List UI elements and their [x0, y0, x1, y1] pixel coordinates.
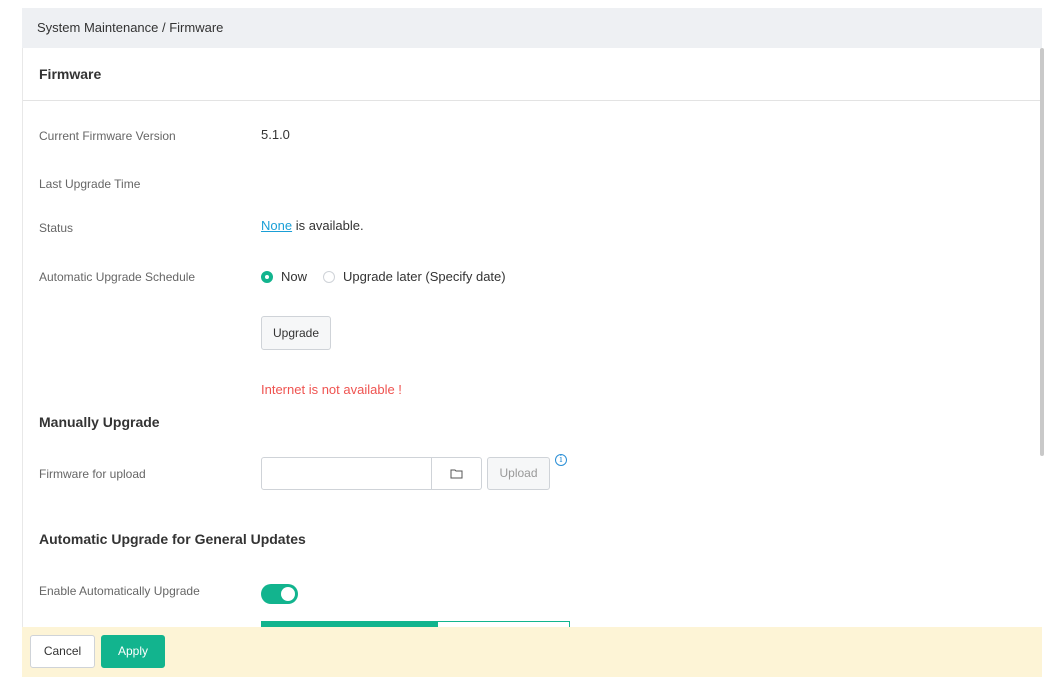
radio-upgrade-later[interactable] [323, 270, 336, 283]
radio-now[interactable] [261, 270, 273, 283]
folder-icon [450, 469, 463, 479]
last-upgrade-label: Last Upgrade Time [39, 177, 141, 191]
panel-title: Firmware [23, 48, 1040, 101]
upgrade-button[interactable]: Upgrade [261, 316, 331, 350]
status-label: Status [39, 221, 74, 235]
firmware-file-field[interactable] [262, 458, 431, 489]
current-version-label: Current Firmware Version [39, 129, 176, 143]
schedule-radio-group: Now Upgrade later (Specify date) [261, 269, 514, 284]
apply-button[interactable]: Apply [101, 635, 165, 668]
radio-upgrade-later-label[interactable]: Upgrade later (Specify date) [343, 269, 506, 284]
enable-auto-upgrade-toggle[interactable] [261, 584, 298, 604]
info-icon[interactable]: i [555, 454, 567, 466]
internet-error-text: Internet is not available ! [261, 382, 402, 397]
cancel-button[interactable]: Cancel [30, 635, 95, 668]
browse-button[interactable] [431, 458, 481, 489]
enable-auto-upgrade-label: Enable Automatically Upgrade [39, 584, 200, 598]
scrollbar-thumb[interactable] [1040, 48, 1044, 456]
radio-now-label[interactable]: Now [281, 269, 307, 284]
toggle-knob [281, 587, 295, 601]
manual-upgrade-title: Manually Upgrade [39, 414, 160, 430]
status-suffix: is available. [292, 218, 364, 233]
status-value: None is available. [261, 218, 364, 233]
status-link[interactable]: None [261, 218, 292, 233]
schedule-label: Automatic Upgrade Schedule [39, 270, 196, 284]
firmware-panel: Firmware Current Firmware Version 5.1.0 … [22, 48, 1040, 677]
auto-general-title: Automatic Upgrade for General Updates [39, 531, 306, 547]
upload-button[interactable]: Upload [487, 457, 550, 490]
firmware-upload-label: Firmware for upload [39, 467, 146, 481]
breadcrumb: System Maintenance / Firmware [22, 8, 1042, 48]
current-version-value: 5.1.0 [261, 127, 290, 142]
firmware-file-input [261, 457, 482, 490]
footer-bar: Cancel Apply [22, 627, 1042, 677]
